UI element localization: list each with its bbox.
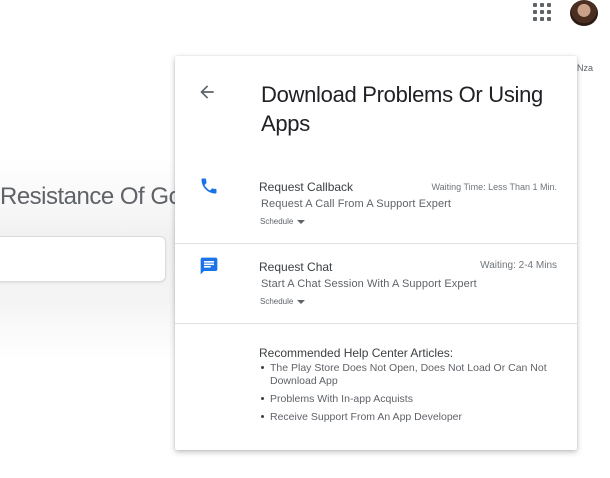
- background-search-field[interactable]: [0, 236, 166, 282]
- dialog-title: Download Problems Or Using Apps: [261, 82, 543, 136]
- chevron-down-icon: [297, 299, 306, 304]
- user-label: Nza: [577, 63, 594, 73]
- help-article-link[interactable]: The Play Store Does Not Open, Does Not L…: [259, 362, 569, 388]
- support-dialog: Download Problems Or Using Apps Request …: [175, 56, 577, 450]
- chat-wait-time: Waiting: 2-4 Mins: [480, 260, 557, 271]
- avatar[interactable]: [570, 0, 598, 26]
- back-arrow-icon[interactable]: [197, 82, 217, 102]
- callback-schedule-label: Schedule: [260, 217, 294, 226]
- chat-schedule-dropdown[interactable]: Schedule: [260, 297, 306, 306]
- help-articles-list: The Play Store Does Not Open, Does Not L…: [259, 362, 569, 429]
- chat-icon: [200, 257, 218, 275]
- callback-wait-time: Waiting Time: Less Than 1 Min.: [431, 182, 557, 192]
- divider: [175, 243, 577, 244]
- help-article-link[interactable]: Problems With In-app Acquists: [259, 393, 569, 406]
- background-page-title: Resistance Of Go: [0, 183, 182, 210]
- apps-grid-icon[interactable]: [533, 3, 551, 21]
- divider: [175, 323, 577, 324]
- chat-description: Start A Chat Session With A Support Expe…: [261, 278, 477, 290]
- callback-schedule-dropdown[interactable]: Schedule: [260, 217, 306, 226]
- help-article-link[interactable]: Receive Support From An App Developer: [259, 411, 569, 424]
- help-articles-heading: Recommended Help Center Articles:: [259, 346, 454, 360]
- callback-description: Request A Call From A Support Expert: [261, 198, 452, 210]
- request-callback-label: Request Callback: [259, 180, 354, 194]
- phone-icon: [201, 178, 217, 194]
- chat-schedule-label: Schedule: [260, 297, 294, 306]
- request-chat-label: Request Chat: [259, 260, 333, 274]
- chevron-down-icon: [297, 219, 306, 224]
